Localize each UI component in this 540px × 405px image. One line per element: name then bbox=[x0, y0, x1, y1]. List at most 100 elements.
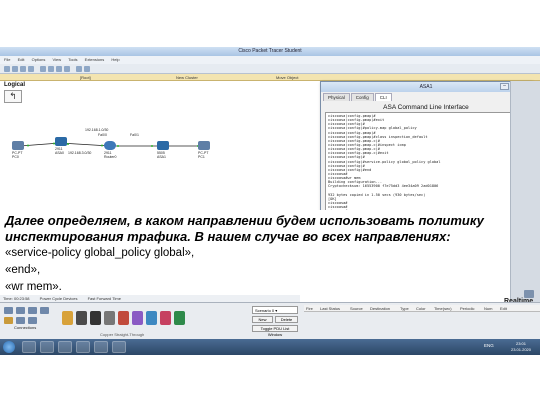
pt-title: Cisco Packet Tracer Student bbox=[238, 48, 302, 54]
pdu-list-header: Fire Last Status Source Destination Type… bbox=[304, 305, 540, 312]
taskbar-clock[interactable]: 23:01 23.01.2020 bbox=[504, 341, 538, 353]
firewall-icon bbox=[55, 137, 67, 146]
language-indicator[interactable]: ENG bbox=[484, 343, 494, 348]
toggle-pdu-list-button[interactable]: Toggle PDU List Window bbox=[252, 325, 298, 337]
instruction-paragraph: Далее определяем, в каком направлении бу… bbox=[5, 213, 484, 244]
zoom-out-icon[interactable] bbox=[84, 66, 90, 72]
col-last-status: Last Status bbox=[320, 306, 341, 311]
pt-title-bar: Cisco Packet Tracer Student bbox=[0, 47, 540, 56]
asa0-name: ASA0 bbox=[55, 151, 64, 155]
pc-icon bbox=[198, 141, 210, 150]
link-label-fa00: Fa0/0 bbox=[98, 133, 107, 137]
time-display: Time: 00:23:58 bbox=[3, 296, 30, 301]
connection-hint: Copper Straight-Through bbox=[100, 332, 145, 337]
menu-options[interactable]: Options bbox=[32, 57, 46, 62]
connections-category-icon[interactable] bbox=[4, 317, 13, 324]
col-color: Color bbox=[416, 306, 426, 311]
menu-help[interactable]: Help bbox=[111, 57, 119, 62]
menu-file[interactable]: File bbox=[4, 57, 10, 62]
media-taskbar-icon[interactable] bbox=[58, 341, 72, 353]
word-taskbar-icon[interactable] bbox=[76, 341, 90, 353]
pc1-device[interactable]: PC-PT PC1 bbox=[198, 141, 210, 159]
fast-forward-button[interactable]: Fast Forward Time bbox=[85, 296, 121, 301]
print-icon[interactable] bbox=[28, 66, 34, 72]
serial-dce-cable-icon[interactable] bbox=[160, 311, 171, 325]
scenario-value: Scenario 0 bbox=[255, 308, 275, 313]
explorer-taskbar-icon[interactable] bbox=[22, 341, 36, 353]
copy-icon[interactable] bbox=[40, 66, 46, 72]
asa1-device[interactable]: 5505 ASA1 bbox=[157, 141, 169, 159]
security-category-icon[interactable] bbox=[28, 317, 37, 324]
powerpoint-taskbar-icon[interactable] bbox=[94, 341, 108, 353]
hubs-category-icon[interactable] bbox=[28, 307, 37, 314]
minimize-icon[interactable]: – bbox=[500, 83, 509, 90]
pc0-device[interactable]: PC-PT PC0 bbox=[12, 141, 24, 159]
command-line-2: «end», bbox=[5, 264, 41, 276]
col-periodic: Periodic bbox=[460, 306, 475, 311]
pt-menu-bar: File Edit Options View Tools Extensions … bbox=[0, 56, 540, 64]
undo-icon[interactable] bbox=[56, 66, 62, 72]
windows-taskbar: ENG 23:01 23.01.2020 bbox=[0, 339, 540, 355]
packet-tracer-taskbar-icon[interactable] bbox=[112, 341, 126, 353]
save-icon[interactable] bbox=[20, 66, 26, 72]
redo-icon[interactable] bbox=[64, 66, 70, 72]
coaxial-cable-icon[interactable] bbox=[146, 311, 157, 325]
router-icon bbox=[104, 141, 116, 150]
tab-physical[interactable]: Physical bbox=[323, 93, 350, 101]
root-label[interactable]: [Root] bbox=[80, 74, 91, 81]
col-source: Source bbox=[350, 306, 363, 311]
switches-category-icon[interactable] bbox=[16, 307, 25, 314]
link-label-fa01: Fa0/1 bbox=[130, 133, 139, 137]
power-cycle-button[interactable]: Power Cycle Devices bbox=[37, 296, 78, 301]
screenshot-area: Cisco Packet Tracer Student File Edit Op… bbox=[0, 47, 540, 355]
col-fire: Fire bbox=[306, 306, 313, 311]
start-button-icon[interactable] bbox=[3, 341, 15, 353]
open-file-icon[interactable] bbox=[12, 66, 18, 72]
zoom-in-icon[interactable] bbox=[76, 66, 82, 72]
viewport-label[interactable]: Move Object bbox=[276, 74, 298, 81]
clock-date: 23.01.2020 bbox=[510, 347, 532, 352]
tab-cli[interactable]: CLI bbox=[374, 93, 392, 101]
router0-name: Router0 bbox=[104, 155, 117, 159]
asa-title: ASA1 bbox=[419, 84, 433, 90]
serial-dte-cable-icon[interactable] bbox=[174, 311, 185, 325]
wireless-category-icon[interactable] bbox=[40, 307, 49, 314]
phone-cable-icon[interactable] bbox=[132, 311, 143, 325]
logical-tab-label[interactable]: Logical bbox=[4, 82, 25, 88]
menu-tools[interactable]: Tools bbox=[68, 57, 77, 62]
pc0-name: PC0 bbox=[12, 155, 19, 159]
connections-label: Connections bbox=[14, 325, 37, 330]
cli-console[interactable]: ciscoasa(config-pmap)# ciscoasa(config-pm… bbox=[325, 112, 521, 216]
browser-taskbar-icon[interactable] bbox=[40, 341, 54, 353]
pt-mode-bar: [Root] New Cluster Move Object bbox=[0, 74, 540, 81]
pt-toolbar bbox=[0, 64, 540, 74]
crossover-cable-icon[interactable] bbox=[104, 311, 115, 325]
scenario-select[interactable]: Scenario 0 ▾ bbox=[252, 306, 298, 314]
logical-workspace-icon[interactable]: ↰ bbox=[4, 90, 22, 103]
new-file-icon[interactable] bbox=[4, 66, 10, 72]
command-line-3: «wr mem». bbox=[5, 281, 62, 293]
tab-config[interactable]: Config bbox=[350, 93, 374, 101]
straight-through-cable-icon[interactable] bbox=[90, 311, 101, 325]
routers-category-icon[interactable] bbox=[4, 307, 13, 314]
logical-workspace[interactable]: PC-PT PC0 2911 ASA0 2911 Router0 5505 AS… bbox=[0, 81, 532, 243]
realtime-icon[interactable] bbox=[524, 290, 534, 298]
router0-device[interactable]: 2911 Router0 bbox=[104, 141, 116, 159]
pc-icon bbox=[12, 141, 24, 150]
new-scenario-button[interactable]: New bbox=[252, 316, 273, 323]
menu-extensions[interactable]: Extensions bbox=[85, 57, 105, 62]
asa0-device[interactable]: 2911 ASA0 bbox=[55, 137, 67, 155]
fiber-cable-icon[interactable] bbox=[118, 311, 129, 325]
asa-tabs: Physical Config CLI bbox=[321, 92, 531, 101]
console-cable-icon[interactable] bbox=[76, 311, 87, 325]
menu-view[interactable]: View bbox=[53, 57, 62, 62]
paste-icon[interactable] bbox=[48, 66, 54, 72]
menu-edit[interactable]: Edit bbox=[18, 57, 25, 62]
delete-scenario-button[interactable]: Delete bbox=[275, 316, 298, 323]
link-label-net3: 192.168.3.0/30 bbox=[68, 151, 92, 155]
end-devices-category-icon[interactable] bbox=[16, 317, 25, 324]
link-label-net1: 192.168.1.0/30 bbox=[85, 128, 109, 132]
auto-connect-icon[interactable] bbox=[62, 311, 73, 325]
asa-title-bar[interactable]: ASA1 – □ × bbox=[321, 82, 531, 92]
cluster-label[interactable]: New Cluster bbox=[176, 74, 198, 81]
